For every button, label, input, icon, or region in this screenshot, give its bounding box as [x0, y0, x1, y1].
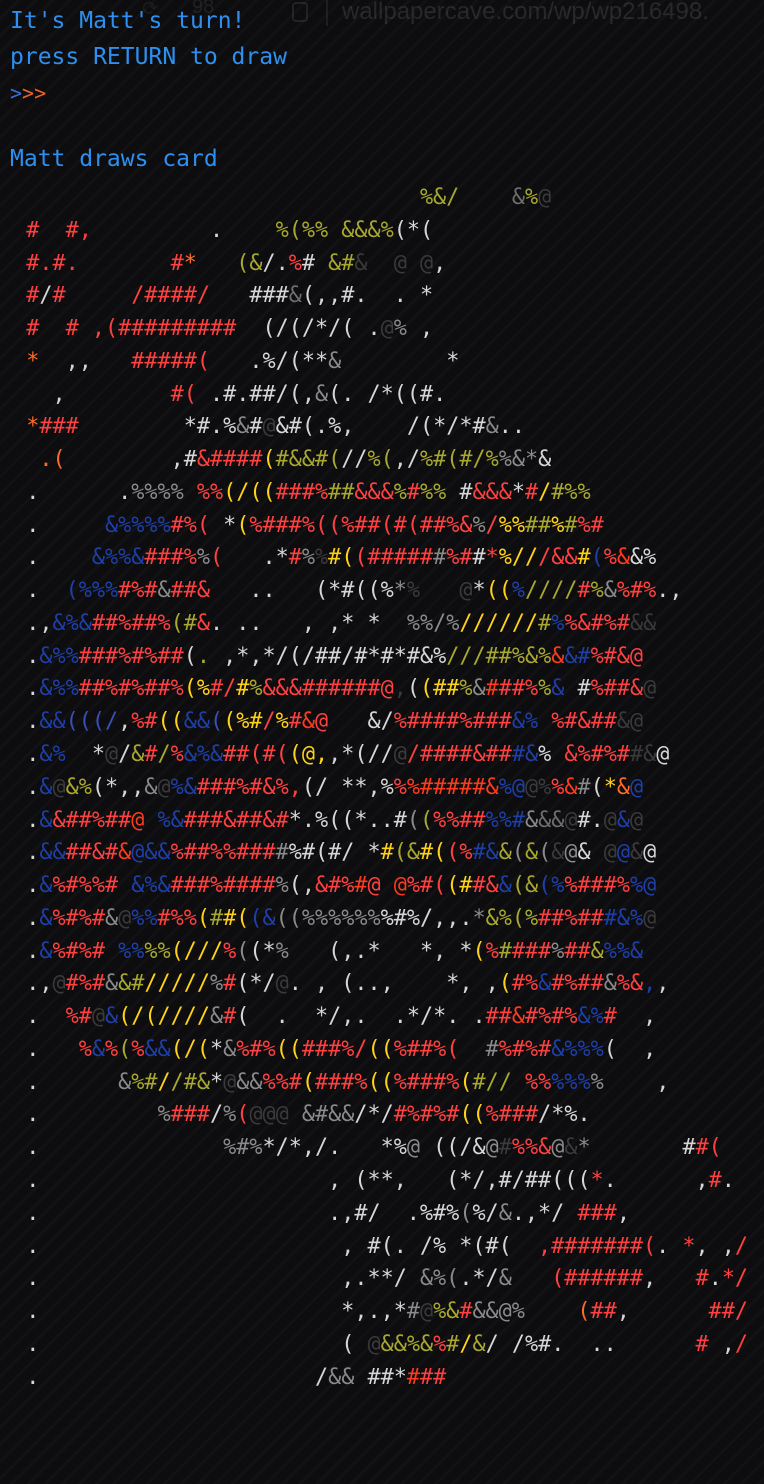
ascii-art-row: # # ,(######### (/(/*/( .@% , , — [26, 316, 434, 342]
ascii-art-row: .&%#%%# &%&###%####%(,&#%#@ @%#((##&&(&(… — [26, 873, 657, 899]
ascii-art-row: . ,.**/ &%(.*/& (######, #.*/ — [26, 1266, 749, 1292]
ascii-art-row: .&&##&#&@&&%##%%####%#(#/ *#(&#((%#&&(&(… — [26, 840, 657, 866]
ascii-art-row: .( ,#&####(#&&#(//%(,/%#(#/%%&*& , — [39, 447, 552, 473]
ascii-art-row: . /&& ##*### — [26, 1364, 447, 1390]
prompt-char: > — [10, 81, 23, 105]
ascii-art-row: .&%%##%#%##%(%#/#%&&&######@,((##%&###%%… — [26, 676, 657, 702]
ascii-art-row: .&%%###%#%##(. ,*,*/(/##/#*#*#&%///##%&%… — [26, 643, 644, 669]
ascii-art-row: . .,#/ .%#%(%/&.,*/ ###, — [26, 1200, 630, 1226]
ascii-art-row: , #( .#.##/(,&(. /*((#. , — [52, 381, 447, 407]
ascii-art-row: .&&(((/,%#((&&((%#/%#&@ &/%####%###&% %#… — [26, 709, 644, 735]
ascii-art-row: .&@&%(*,,&@%&###%#&%,(/ **,%%%#####&%@@%… — [26, 774, 644, 800]
ascii-art-row: . *,.,*#@%&#&&@% (##, ##/ — [26, 1299, 749, 1325]
ascii-art-row: .&% *@/&#/%&%&##(#((@,,*(//@/####&###&% … — [26, 742, 670, 768]
toolbar-divider — [326, 0, 328, 26]
url-text: wallpapercave.com/wp/wp216498. — [342, 0, 709, 25]
ascii-art-row: %&/ &%@ , — [419, 185, 552, 210]
ascii-art-row: *### *#.%&#@&#(.%, /(*/*#&.. , — [26, 414, 525, 440]
ascii-art-row: . %#%*/*,/. *%@ ((/&@#%%&@&* ##( — [26, 1135, 722, 1161]
turn-message: It's Matt's turn! — [10, 8, 246, 34]
ascii-art-row: . %###/%(@@@ &#&&/*/#%#%#((%###/*%. — [26, 1102, 670, 1128]
ascii-art-row: . (%%%#%#&##& .. (*#((%*% @*((%////#%&%#… — [26, 578, 683, 604]
terminal-window[interactable]: ⟳ 98 wallpapercave.com/wp/wp216498. It's… — [0, 0, 764, 1484]
ascii-art-row: .,&%&##%##%(#&. .. , ,* * %%/%//////#%%&… — [26, 610, 657, 636]
ascii-art-row: # #, . %(%% &&&%(*( , — [26, 217, 434, 243]
ascii-art-row: .,@#%#&&#/////%#(*/@. , (.., *, ,(#%&#%#… — [26, 971, 670, 997]
prompt-char: > — [34, 81, 47, 105]
draw-message: Matt draws card — [10, 146, 218, 172]
ascii-art-row: * ,, #####( .%/(**& * , — [26, 348, 460, 374]
ascii-art-row: . &%%%%#%( *(%###%((%##(#(##%&%/%%##%#%#… — [26, 512, 604, 538]
ascii-art-row: . ( @&&%&%#/&/ /%#. .. # ,/ — [26, 1331, 749, 1357]
ascii-art-row: . .%%%% %%(/((###%##&&&%#%% #&&&*#/#%% , — [26, 479, 591, 505]
ascii-art-row: . , (**, (*/,#/##(((*. ,#. — [26, 1167, 735, 1193]
ascii-art-row: #.#. #* (&/.%# &#& @ @, , — [26, 250, 447, 276]
ascii-art-row: #/# /####/ ###&(,,#. . * , — [26, 283, 434, 309]
ascii-art-row: .&%#%# %%%%(///%((*% (,.* *, *(%####%##&… — [26, 938, 644, 964]
ascii-art-row: . &%%&###%%( .*#%%#((######%##*%///&&#(%… — [26, 545, 657, 571]
ascii-art-row: . %#@&(/(////&#( . */,. .*/*. .##&#%#%&%… — [26, 1004, 657, 1030]
input-prompt[interactable]: >>> — [10, 80, 46, 106]
ascii-art-row: . &%#//#&*@&&%%#(###%((%###%(#// %%%%%% … — [26, 1069, 670, 1095]
prompt-char: > — [22, 81, 35, 105]
instruction-message: press RETURN to draw — [10, 44, 287, 70]
ascii-art-row: . , #(. /% *(#( ,#######(. *, ,/ — [26, 1233, 749, 1259]
ascii-art-row: . %&%(%&&(/(*&%#%((###%/((%##%( #%#%#&%%… — [26, 1036, 657, 1062]
ascii-art-row: .&%#%#&@%%#%%(##((&((%%%%%%%#%/,,.*&%(%#… — [26, 905, 657, 931]
lock-icon — [292, 2, 308, 22]
ascii-card-art: %&/ &%@ , # #, . %(%% &&&%(*( , #.#. #* … — [0, 182, 764, 1394]
ascii-art-row: .&&##%##@ %&###&##&#*.%((*..#((%%##%%#&&… — [26, 807, 644, 833]
